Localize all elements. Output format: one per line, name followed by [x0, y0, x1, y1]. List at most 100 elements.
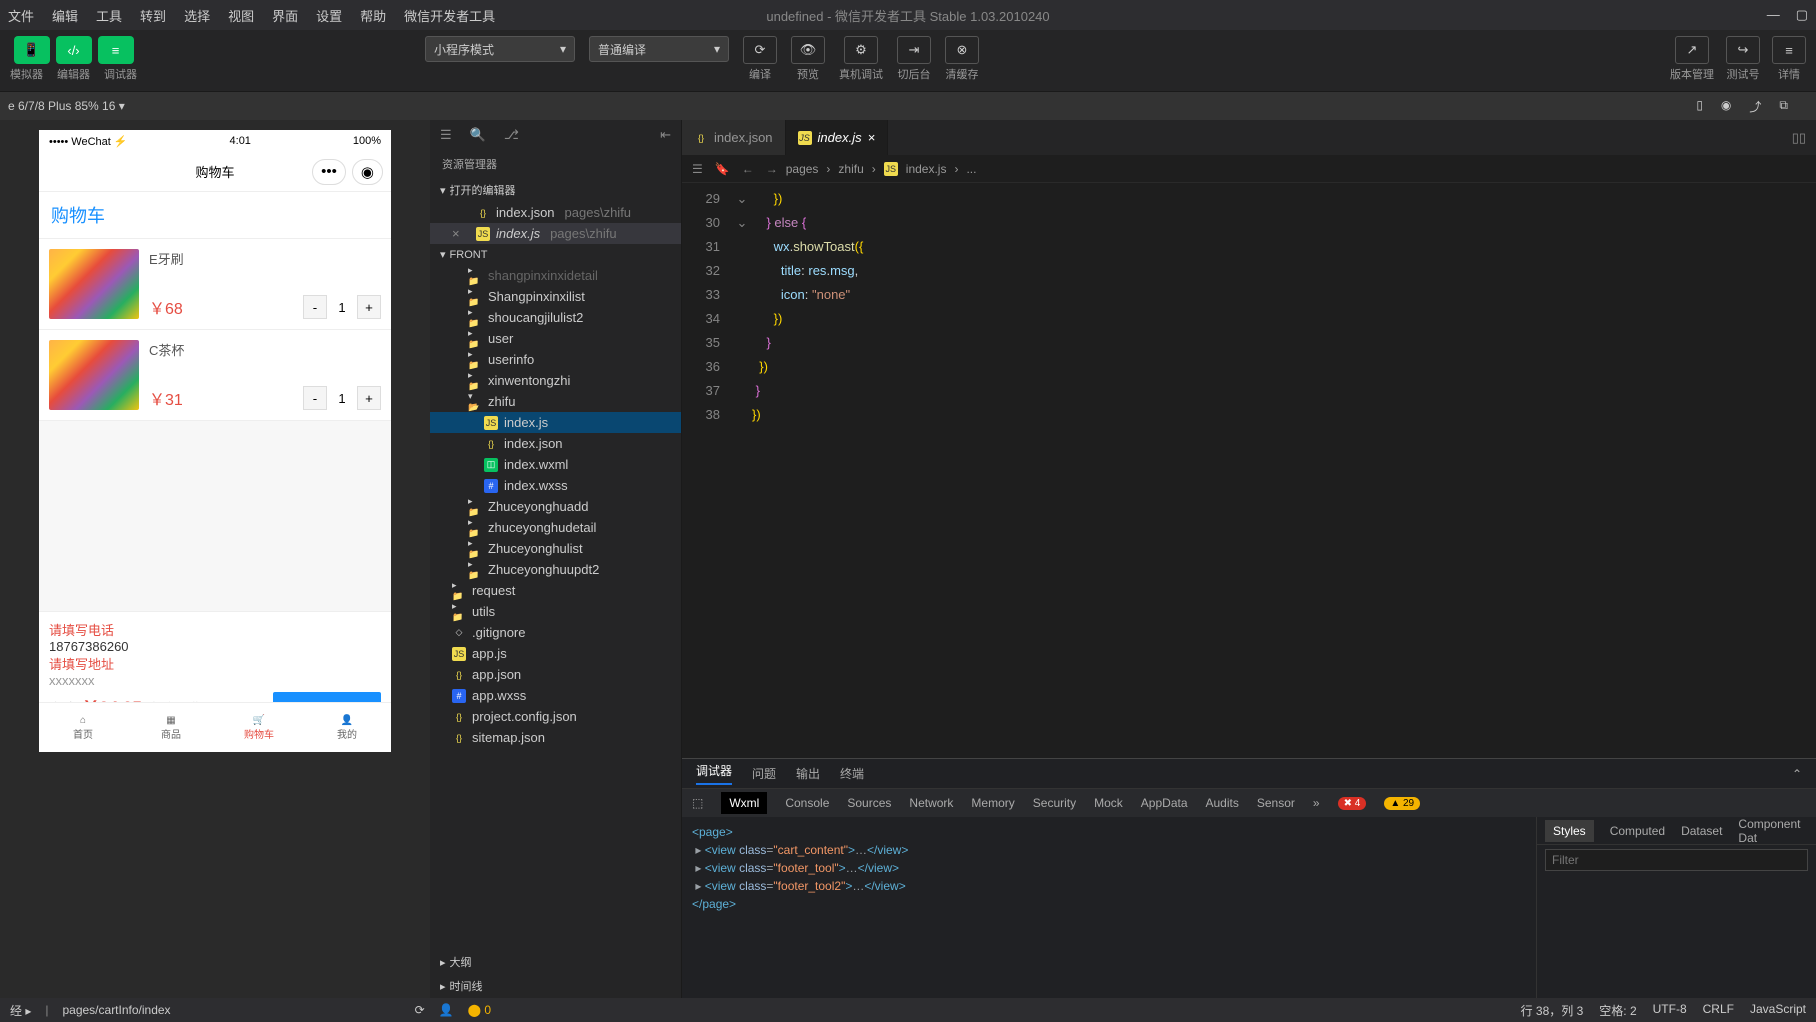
explorer-icon[interactable]: ☰ [440, 127, 452, 143]
tree-item[interactable]: ◫index.wxml [430, 454, 681, 475]
tree-item[interactable]: #index.wxss [430, 475, 681, 496]
menu-select[interactable]: 选择 [184, 6, 210, 25]
debugger-button[interactable]: ≡ [98, 36, 134, 64]
dt2-security[interactable]: Security [1033, 796, 1076, 810]
outline-section[interactable]: ▸ 大纲 [430, 950, 681, 974]
tab-index-js[interactable]: JSindex.js× [786, 120, 889, 155]
dt2-mock[interactable]: Mock [1094, 796, 1123, 810]
popout-icon[interactable]: ⧉ [1779, 98, 1788, 115]
open-editors-section[interactable]: ▾ 打开的编辑器 [430, 178, 681, 202]
tree-item[interactable]: {}project.config.json [430, 706, 681, 727]
styles-tab[interactable]: Styles [1545, 820, 1594, 842]
breadcrumb-item[interactable]: zhifu [838, 162, 863, 176]
badge-icon[interactable]: ⬤ 0 [468, 1003, 491, 1017]
device-icon[interactable]: ▯ [1696, 98, 1703, 115]
eol-info[interactable]: CRLF [1703, 1002, 1734, 1019]
menu-goto[interactable]: 转到 [140, 6, 166, 25]
menu-capsule-icon[interactable]: ••• [312, 159, 346, 185]
tree-item[interactable]: {}sitemap.json [430, 727, 681, 748]
encoding-info[interactable]: UTF-8 [1653, 1002, 1687, 1019]
tree-item[interactable]: ▸ 📁request [430, 580, 681, 601]
menu-tools[interactable]: 工具 [96, 6, 122, 25]
tree-item[interactable]: ▸ 📁user [430, 328, 681, 349]
phone-value[interactable]: 18767386260 [49, 639, 381, 654]
error-badge[interactable]: ✖ 4 [1338, 797, 1367, 810]
close-icon[interactable]: × [452, 226, 466, 241]
testid-button[interactable]: ↪ [1726, 36, 1760, 64]
maximize-icon[interactable]: ▢ [1796, 7, 1808, 23]
cursor-position[interactable]: 行 38，列 3 [1521, 1002, 1584, 1019]
record-icon[interactable]: ◉ [1721, 98, 1731, 115]
tree-item[interactable]: JSindex.js [430, 412, 681, 433]
branch-icon[interactable]: ⎇ [504, 127, 519, 143]
styles-filter-input[interactable] [1545, 849, 1808, 871]
tree-item[interactable]: ◇.gitignore [430, 622, 681, 643]
breadcrumb-item[interactable]: index.js [906, 162, 947, 176]
more-icon[interactable]: » [1313, 796, 1320, 810]
qty-minus-button[interactable]: - [303, 386, 327, 410]
list-icon[interactable]: ☰ [692, 162, 703, 176]
mode-select[interactable]: 小程序模式 ▾ [425, 36, 575, 62]
dt2-memory[interactable]: Memory [971, 796, 1014, 810]
forward-icon[interactable]: → [766, 162, 778, 176]
indent-info[interactable]: 空格: 2 [1599, 1002, 1636, 1019]
remote-debug-button[interactable]: ⚙ [844, 36, 878, 64]
code-editor[interactable]: 29303132333435363738 ⌄⌄ }) } else { wx.s… [682, 183, 1816, 758]
share-icon[interactable]: ⤴ [1749, 98, 1761, 115]
qty-minus-button[interactable]: - [303, 295, 327, 319]
menu-view[interactable]: 视图 [228, 6, 254, 25]
tree-item[interactable]: ▸ 📁userinfo [430, 349, 681, 370]
tree-item[interactable]: {}app.json [430, 664, 681, 685]
status-left[interactable]: 经 ▸ [10, 1002, 31, 1019]
menu-interface[interactable]: 界面 [272, 6, 298, 25]
dt-tab-problems[interactable]: 问题 [752, 765, 776, 782]
dt2-sources[interactable]: Sources [847, 796, 891, 810]
dt2-sensor[interactable]: Sensor [1257, 796, 1295, 810]
dt2-wxml[interactable]: Wxml [721, 792, 767, 814]
menu-help[interactable]: 帮助 [360, 6, 386, 25]
dt-tab-terminal[interactable]: 终端 [840, 765, 864, 782]
menu-file[interactable]: 文件 [8, 6, 34, 25]
chevron-up-icon[interactable]: ⌃ [1792, 767, 1802, 781]
tree-item[interactable]: ▾ 📂zhifu [430, 391, 681, 412]
open-editor-item[interactable]: ×JSindex.jspages\zhifu [430, 223, 681, 244]
inspect-icon[interactable]: ⬚ [692, 796, 703, 810]
wxml-tree[interactable]: <page> ▸ <view class="cart_content">…</v… [682, 817, 1536, 998]
background-button[interactable]: ⇥ [897, 36, 931, 64]
tree-item[interactable]: ▸ 📁utils [430, 601, 681, 622]
tree-item[interactable]: ▸ 📁shangpinxinxidetail [430, 265, 681, 286]
preview-button[interactable]: 👁 [791, 36, 825, 64]
computed-tab[interactable]: Computed [1610, 824, 1665, 838]
tree-item[interactable]: ▸ 📁Shangpinxinxilist [430, 286, 681, 307]
tree-item[interactable]: ▸ 📁xinwentongzhi [430, 370, 681, 391]
tab-goods[interactable]: ▦商品 [127, 703, 215, 752]
tree-item[interactable]: ▸ 📁zhuceyonghudetail [430, 517, 681, 538]
menu-edit[interactable]: 编辑 [52, 6, 78, 25]
close-icon[interactable]: × [868, 130, 876, 145]
tree-item[interactable]: JSapp.js [430, 643, 681, 664]
collapse-icon[interactable]: ⇤ [660, 127, 671, 143]
dt2-audits[interactable]: Audits [1206, 796, 1239, 810]
componentdata-tab[interactable]: Component Dat [1738, 817, 1808, 845]
tab-cart[interactable]: 🛒购物车 [215, 703, 303, 752]
qty-plus-button[interactable]: + [357, 295, 381, 319]
timeline-section[interactable]: ▸ 时间线 [430, 974, 681, 998]
tab-home[interactable]: ⌂首页 [39, 703, 127, 752]
compile-select[interactable]: 普通编译 ▾ [589, 36, 729, 62]
open-editor-item[interactable]: {}index.jsonpages\zhifu [430, 202, 681, 223]
submit-order-button[interactable]: 提交订单 [273, 692, 381, 702]
breadcrumb-item[interactable]: pages [786, 162, 819, 176]
minimize-icon[interactable]: — [1767, 7, 1780, 23]
user-icon[interactable]: 👤 [439, 1003, 454, 1017]
tree-item[interactable]: ▸ 📁Zhuceyonghuadd [430, 496, 681, 517]
tree-item[interactable]: ▸ 📁shoucangjilulist2 [430, 307, 681, 328]
front-section[interactable]: ▾ FRONT [430, 244, 681, 265]
tree-item[interactable]: ▸ 📁Zhuceyonghuupdt2 [430, 559, 681, 580]
status-path[interactable]: pages/cartInfo/index [62, 1003, 170, 1017]
details-button[interactable]: ≡ [1772, 36, 1806, 64]
simulator-button[interactable]: 📱 [14, 36, 50, 64]
menu-wechat-devtools[interactable]: 微信开发者工具 [404, 6, 495, 25]
dt-tab-output[interactable]: 输出 [796, 765, 820, 782]
tab-me[interactable]: 👤我的 [303, 703, 391, 752]
language-info[interactable]: JavaScript [1750, 1002, 1806, 1019]
